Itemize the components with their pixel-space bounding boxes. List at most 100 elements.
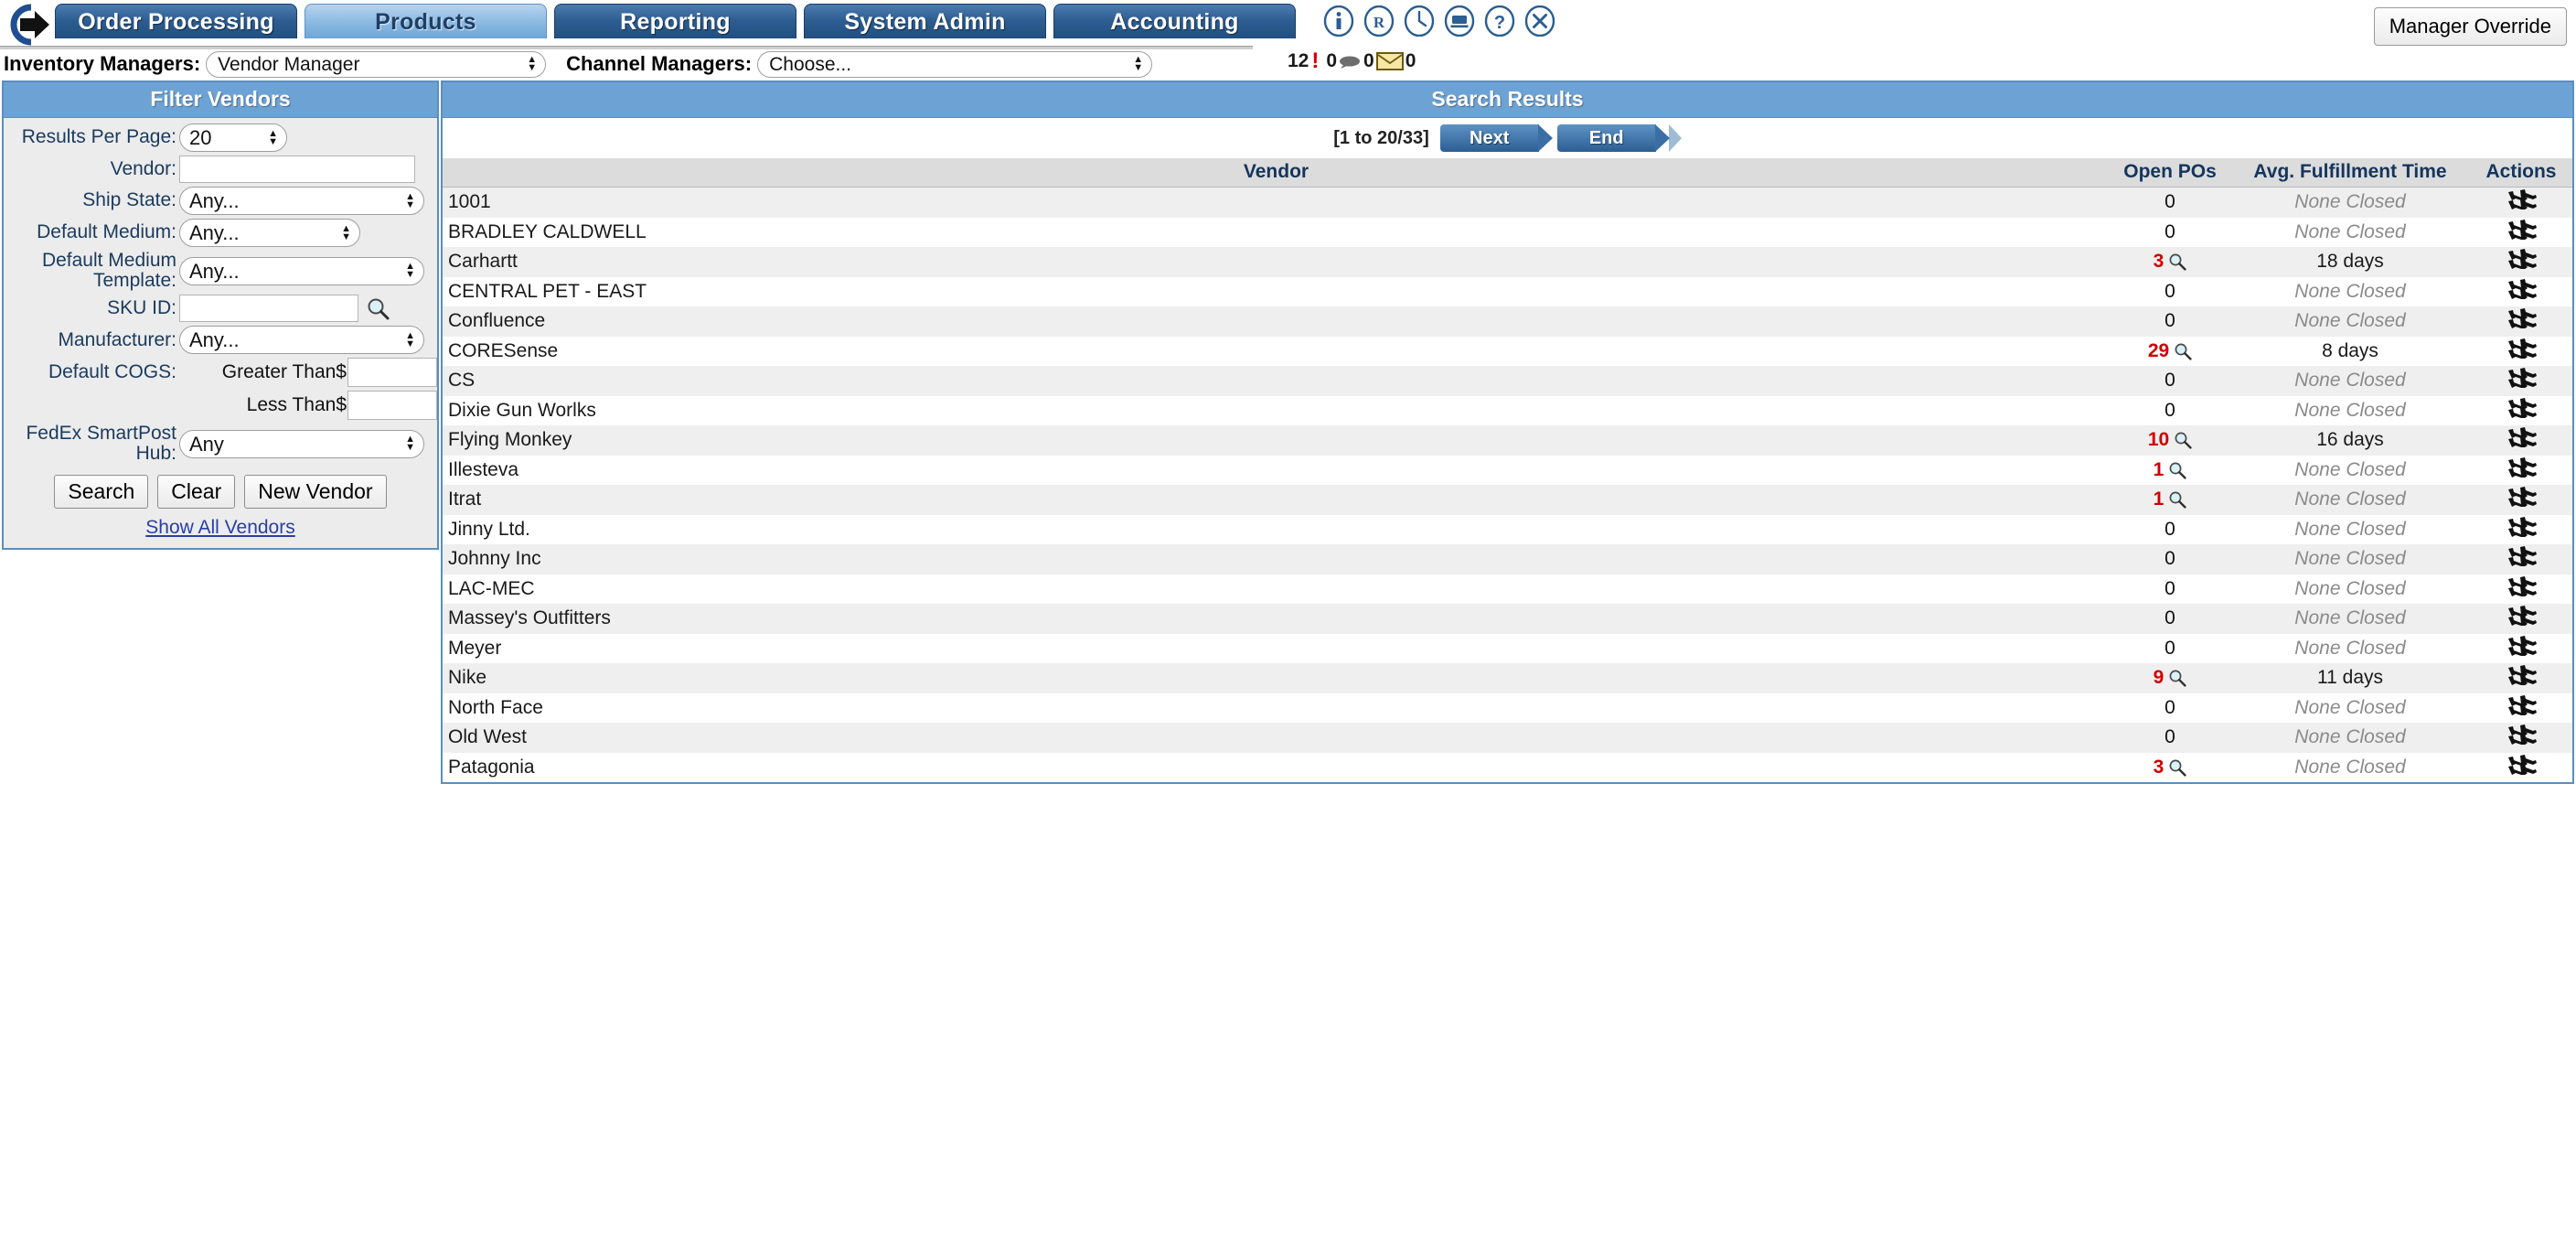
table-row[interactable]: LAC-MEC 0 None Closed	[443, 574, 2572, 605]
registered-icon[interactable]: R	[1363, 5, 1395, 37]
magnifier-icon[interactable]	[2168, 252, 2186, 271]
sku-id-input[interactable]	[179, 295, 358, 323]
magnifier-icon[interactable]	[2174, 342, 2192, 360]
fedex-smartpost-hub-select[interactable]: Any	[179, 429, 424, 458]
wrench-tools-icon[interactable]	[2506, 397, 2537, 418]
show-all-vendors-link[interactable]: Show All Vendors	[4, 517, 437, 539]
cell-actions[interactable]	[2470, 336, 2572, 367]
cell-open-pos[interactable]: 0	[2110, 604, 2230, 634]
cell-open-pos[interactable]: 0	[2110, 217, 2230, 248]
column-header-vendor[interactable]: Vendor	[443, 158, 2110, 188]
magnifier-icon[interactable]	[2168, 669, 2186, 687]
cell-open-pos[interactable]: 0	[2110, 574, 2230, 605]
table-row[interactable]: Jinny Ltd. 0 None Closed	[443, 514, 2572, 545]
cell-open-pos[interactable]: 9	[2110, 663, 2230, 693]
wrench-tools-icon[interactable]	[2506, 754, 2537, 775]
table-row[interactable]: North Face 0 None Closed	[443, 692, 2572, 724]
table-row[interactable]: BRADLEY CALDWELL 0 None Closed	[443, 217, 2572, 248]
vendor-input[interactable]	[179, 156, 415, 183]
cell-vendor-name[interactable]: Massey's Outfitters	[443, 604, 2110, 634]
cell-actions[interactable]	[2470, 752, 2572, 783]
table-row[interactable]: Meyer 0 None Closed	[443, 633, 2572, 664]
table-row[interactable]: Illesteva 1 None Closed	[443, 455, 2572, 486]
cell-vendor-name[interactable]: Carhartt	[443, 247, 2110, 277]
cell-open-pos[interactable]: 0	[2110, 514, 2230, 545]
magnifier-icon[interactable]	[2168, 758, 2186, 777]
wrench-tools-icon[interactable]	[2506, 694, 2537, 715]
wrench-tools-icon[interactable]	[2506, 487, 2537, 508]
inventory-managers-select[interactable]: Vendor Manager	[206, 50, 547, 78]
cell-open-pos[interactable]: 29	[2110, 336, 2230, 367]
cell-vendor-name[interactable]: 1001	[443, 187, 2110, 218]
column-header-open-pos[interactable]: Open POs	[2110, 158, 2230, 188]
table-row[interactable]: CS 0 None Closed	[443, 366, 2572, 396]
default-medium-template-select[interactable]: Any...	[179, 256, 424, 285]
cell-vendor-name[interactable]: Old West	[443, 723, 2110, 753]
results-per-page-select[interactable]: 20	[179, 123, 287, 152]
cell-open-pos[interactable]: 0	[2110, 723, 2230, 753]
magnifier-icon[interactable]	[2168, 490, 2186, 509]
close-icon[interactable]	[1524, 5, 1555, 37]
arrow-circle-logo[interactable]	[4, 2, 53, 48]
cell-open-pos[interactable]: 0	[2110, 633, 2230, 664]
table-row[interactable]: Carhartt 3 18 days	[443, 247, 2572, 277]
cogs-less-than-input[interactable]	[347, 391, 437, 421]
wrench-tools-icon[interactable]	[2506, 427, 2537, 448]
table-row[interactable]: Dixie Gun Worlks 0 None Closed	[443, 395, 2572, 426]
cell-open-pos[interactable]: 0	[2110, 276, 2230, 307]
wrench-tools-icon[interactable]	[2506, 606, 2537, 627]
cell-actions[interactable]	[2470, 276, 2572, 307]
wrench-tools-icon[interactable]	[2506, 219, 2537, 240]
column-header-avg-fulfillment-time[interactable]: Avg. Fulfillment Time	[2230, 158, 2470, 188]
cell-vendor-name[interactable]: North Face	[443, 692, 2110, 724]
cell-actions[interactable]	[2470, 395, 2572, 426]
channel-managers-select[interactable]: Choose...	[757, 50, 1153, 78]
search-button[interactable]: Search	[54, 475, 149, 510]
magnifier-icon[interactable]	[366, 296, 390, 320]
cell-actions[interactable]	[2470, 544, 2572, 574]
table-row[interactable]: Itrat 1 None Closed	[443, 485, 2572, 515]
wrench-tools-icon[interactable]	[2506, 249, 2537, 270]
wrench-tools-icon[interactable]	[2506, 516, 2537, 537]
cell-actions[interactable]	[2470, 574, 2572, 605]
info-icon[interactable]	[1323, 5, 1354, 37]
cell-actions[interactable]	[2470, 604, 2572, 634]
wrench-tools-icon[interactable]	[2506, 725, 2537, 746]
cell-actions[interactable]	[2470, 723, 2572, 753]
cell-actions[interactable]	[2470, 455, 2572, 486]
cell-open-pos[interactable]: 0	[2110, 306, 2230, 337]
wrench-tools-icon[interactable]	[2506, 338, 2537, 359]
cell-open-pos[interactable]: 0	[2110, 366, 2230, 396]
wrench-tools-icon[interactable]	[2506, 575, 2537, 596]
cell-open-pos[interactable]: 3	[2110, 247, 2230, 277]
nav-tab-order-processing[interactable]: Order Processing	[55, 4, 297, 38]
cell-vendor-name[interactable]: BRADLEY CALDWELL	[443, 217, 2110, 248]
cell-actions[interactable]	[2470, 306, 2572, 337]
cell-vendor-name[interactable]: Meyer	[443, 633, 2110, 664]
cell-vendor-name[interactable]: LAC-MEC	[443, 574, 2110, 605]
cell-open-pos[interactable]: 1	[2110, 485, 2230, 515]
next-page-button[interactable]: Next	[1439, 124, 1553, 152]
wrench-tools-icon[interactable]	[2506, 665, 2537, 686]
manufacturer-select[interactable]: Any...	[179, 326, 424, 355]
cell-open-pos[interactable]: 1	[2110, 455, 2230, 486]
cell-actions[interactable]	[2470, 633, 2572, 664]
cell-vendor-name[interactable]: Patagonia	[443, 752, 2110, 783]
cell-actions[interactable]	[2470, 425, 2572, 456]
cell-vendor-name[interactable]: Illesteva	[443, 455, 2110, 486]
clock-icon[interactable]	[1404, 5, 1435, 37]
table-row[interactable]: Johnny Inc 0 None Closed	[443, 544, 2572, 574]
wrench-tools-icon[interactable]	[2506, 189, 2537, 209]
cell-open-pos[interactable]: 0	[2110, 395, 2230, 426]
cell-vendor-name[interactable]: Confluence	[443, 306, 2110, 337]
wrench-tools-icon[interactable]	[2506, 546, 2537, 567]
table-row[interactable]: Old West 0 None Closed	[443, 723, 2572, 753]
manager-override-button[interactable]: Manager Override	[2373, 7, 2567, 46]
cell-actions[interactable]	[2470, 247, 2572, 277]
help-icon[interactable]: ?	[1484, 5, 1515, 37]
screen-icon[interactable]	[1444, 5, 1475, 37]
wrench-tools-icon[interactable]	[2506, 456, 2537, 478]
cell-actions[interactable]	[2470, 514, 2572, 545]
cell-vendor-name[interactable]: CS	[443, 366, 2110, 396]
magnifier-icon[interactable]	[2174, 431, 2192, 449]
